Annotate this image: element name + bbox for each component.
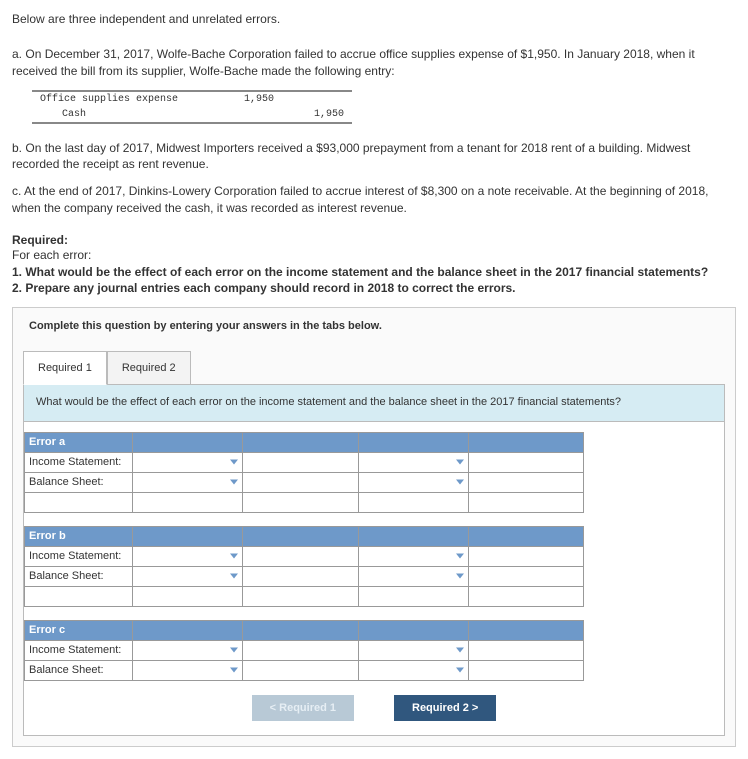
tab-panel-required-1: What would be the effect of each error o…	[23, 384, 725, 735]
item-c-prefix: c.	[12, 184, 21, 198]
answer-container: Complete this question by entering your …	[12, 307, 736, 746]
item-b-prefix: b.	[12, 141, 22, 155]
error-c-income-row: Income Statement:	[25, 640, 584, 660]
item-a-text: On December 31, 2017, Wolfe-Bache Corpor…	[12, 47, 695, 78]
error-a-balance-select-2[interactable]	[358, 472, 468, 492]
required-q2: 2. Prepare any journal entries each comp…	[12, 280, 736, 297]
error-b-balance-select-1[interactable]	[133, 566, 243, 586]
item-c: c. At the end of 2017, Dinkins-Lowery Co…	[12, 183, 736, 217]
item-b: b. On the last day of 2017, Midwest Impo…	[12, 140, 736, 174]
required-block: Required: For each error: 1. What would …	[12, 233, 736, 297]
error-c-balance-label: Balance Sheet:	[25, 660, 133, 680]
tab-required-2[interactable]: Required 2	[107, 351, 191, 385]
error-b-balance-label: Balance Sheet:	[25, 566, 133, 586]
prev-button-label: Required 1	[279, 702, 336, 714]
error-b-title: Error b	[25, 526, 133, 546]
chevron-right-icon: >	[472, 702, 478, 714]
error-a-income-select-2[interactable]	[358, 452, 468, 472]
error-b-income-row: Income Statement:	[25, 546, 584, 566]
error-c-header: Error c	[25, 620, 584, 640]
nav-row: < Required 1 Required 2 >	[24, 687, 724, 735]
next-button[interactable]: Required 2 >	[394, 695, 496, 721]
required-q1: 1. What would be the effect of each erro…	[12, 264, 736, 281]
error-c-balance-select-1[interactable]	[133, 660, 243, 680]
error-c-income-label: Income Statement:	[25, 640, 133, 660]
required-title: Required:	[12, 233, 736, 247]
error-b-income-select-2[interactable]	[358, 546, 468, 566]
error-b-balance-select-2[interactable]	[358, 566, 468, 586]
error-a-income-select-1[interactable]	[133, 452, 243, 472]
item-c-text: At the end of 2017, Dinkins-Lowery Corpo…	[12, 184, 708, 215]
journal-debit-account: Office supplies expense	[32, 91, 212, 107]
journal-entry-table: Office supplies expense 1,950 Cash 1,950	[32, 90, 352, 124]
panel-prompt: What would be the effect of each error o…	[24, 385, 724, 421]
error-c-income-select-1[interactable]	[133, 640, 243, 660]
prev-button: < Required 1	[252, 695, 354, 721]
error-b-income-select-1[interactable]	[133, 546, 243, 566]
error-a-income-row: Income Statement:	[25, 452, 584, 472]
item-a: a. On December 31, 2017, Wolfe-Bache Cor…	[12, 46, 736, 80]
chevron-left-icon: <	[270, 702, 276, 714]
error-b-header: Error b	[25, 526, 584, 546]
error-a-balance-select-1[interactable]	[133, 472, 243, 492]
error-c-income-select-2[interactable]	[358, 640, 468, 660]
error-a-balance-label: Balance Sheet:	[25, 472, 133, 492]
error-a-balance-row: Balance Sheet:	[25, 472, 584, 492]
tab-required-1[interactable]: Required 1	[23, 351, 107, 385]
tab-bar: Required 1 Required 2	[13, 350, 735, 384]
error-b-income-label: Income Statement:	[25, 546, 133, 566]
effects-table: Error a Income Statement: Balance Sheet:	[24, 432, 584, 681]
required-lead: For each error:	[12, 247, 736, 264]
item-b-text: On the last day of 2017, Midwest Importe…	[12, 141, 690, 172]
journal-credit-amount: 1,950	[282, 107, 352, 123]
instruction-text: Complete this question by entering your …	[13, 308, 735, 350]
error-a-income-label: Income Statement:	[25, 452, 133, 472]
error-b-balance-row: Balance Sheet:	[25, 566, 584, 586]
error-a-title: Error a	[25, 432, 133, 452]
error-c-title: Error c	[25, 620, 133, 640]
error-c-balance-row: Balance Sheet:	[25, 660, 584, 680]
journal-credit-account: Cash	[32, 107, 212, 123]
item-a-prefix: a.	[12, 47, 22, 61]
intro-text: Below are three independent and unrelate…	[12, 12, 736, 26]
next-button-label: Required 2	[412, 702, 469, 714]
error-a-header: Error a	[25, 432, 584, 452]
error-c-balance-select-2[interactable]	[358, 660, 468, 680]
journal-debit-amount: 1,950	[212, 91, 282, 107]
